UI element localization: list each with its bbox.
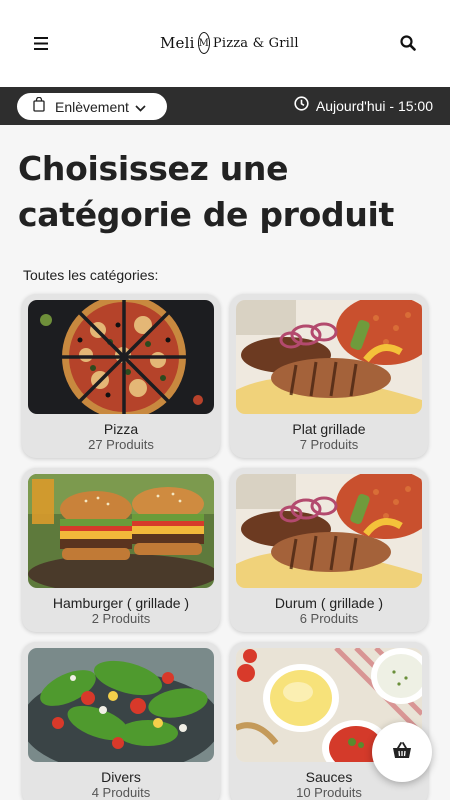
shopping-bag-icon <box>33 96 45 116</box>
category-name: Hamburger ( grillade ) <box>52 595 190 611</box>
category-card-hamburger[interactable]: Hamburger ( grillade ) 2 Produits <box>22 468 220 632</box>
order-mode-label: Enlèvement <box>55 98 129 115</box>
page-title: Choisissez une catégorie de produit <box>18 149 394 234</box>
logo-name: Meli <box>160 34 195 52</box>
category-image-pizza <box>28 300 214 414</box>
clock-icon <box>294 96 309 115</box>
category-count: 10 Produits <box>296 785 362 800</box>
order-mode-selector[interactable]: Enlèvement <box>17 93 167 120</box>
category-count: 7 Produits <box>299 437 359 452</box>
pickup-time-selector[interactable]: Aujourd'hui - 15:00 <box>294 96 433 115</box>
category-image-divers <box>28 648 214 762</box>
restaurant-logo[interactable]: Meli M Pizza & Grill <box>160 28 299 58</box>
category-image-plat-grillade <box>236 300 422 414</box>
search-icon[interactable] <box>396 31 420 55</box>
order-mode-bar: Enlèvement Aujourd'hui - 15:00 <box>0 87 450 125</box>
category-card-divers[interactable]: Divers 4 Produits <box>22 642 220 800</box>
section-label: Toutes les catégories: <box>23 267 159 283</box>
basket-icon <box>392 741 412 763</box>
category-count: 4 Produits <box>91 785 151 800</box>
category-image-hamburger <box>28 474 214 588</box>
app-header: Meli M Pizza & Grill <box>0 0 450 87</box>
category-card-plat-grillade[interactable]: Plat grillade 7 Produits <box>230 294 428 458</box>
logo-monogram: M <box>197 32 210 54</box>
category-card-pizza[interactable]: Pizza 27 Produits <box>22 294 220 458</box>
cart-button[interactable] <box>372 722 432 782</box>
category-card-durum[interactable]: Durum ( grillade ) 6 Produits <box>230 468 428 632</box>
hamburger-menu-icon[interactable] <box>30 31 54 55</box>
category-count: 27 Produits <box>88 437 154 452</box>
category-count: 6 Produits <box>299 611 359 626</box>
category-name: Plat grillade <box>292 421 366 437</box>
category-name: Divers <box>101 769 141 785</box>
category-count: 2 Produits <box>91 611 151 626</box>
logo-suffix: Pizza & Grill <box>212 35 299 51</box>
pickup-time-label: Aujourd'hui - 15:00 <box>315 97 433 114</box>
category-name: Pizza <box>103 421 139 437</box>
category-image-durum <box>236 474 422 588</box>
chevron-down-icon <box>135 97 146 116</box>
category-name: Durum ( grillade ) <box>274 595 384 611</box>
